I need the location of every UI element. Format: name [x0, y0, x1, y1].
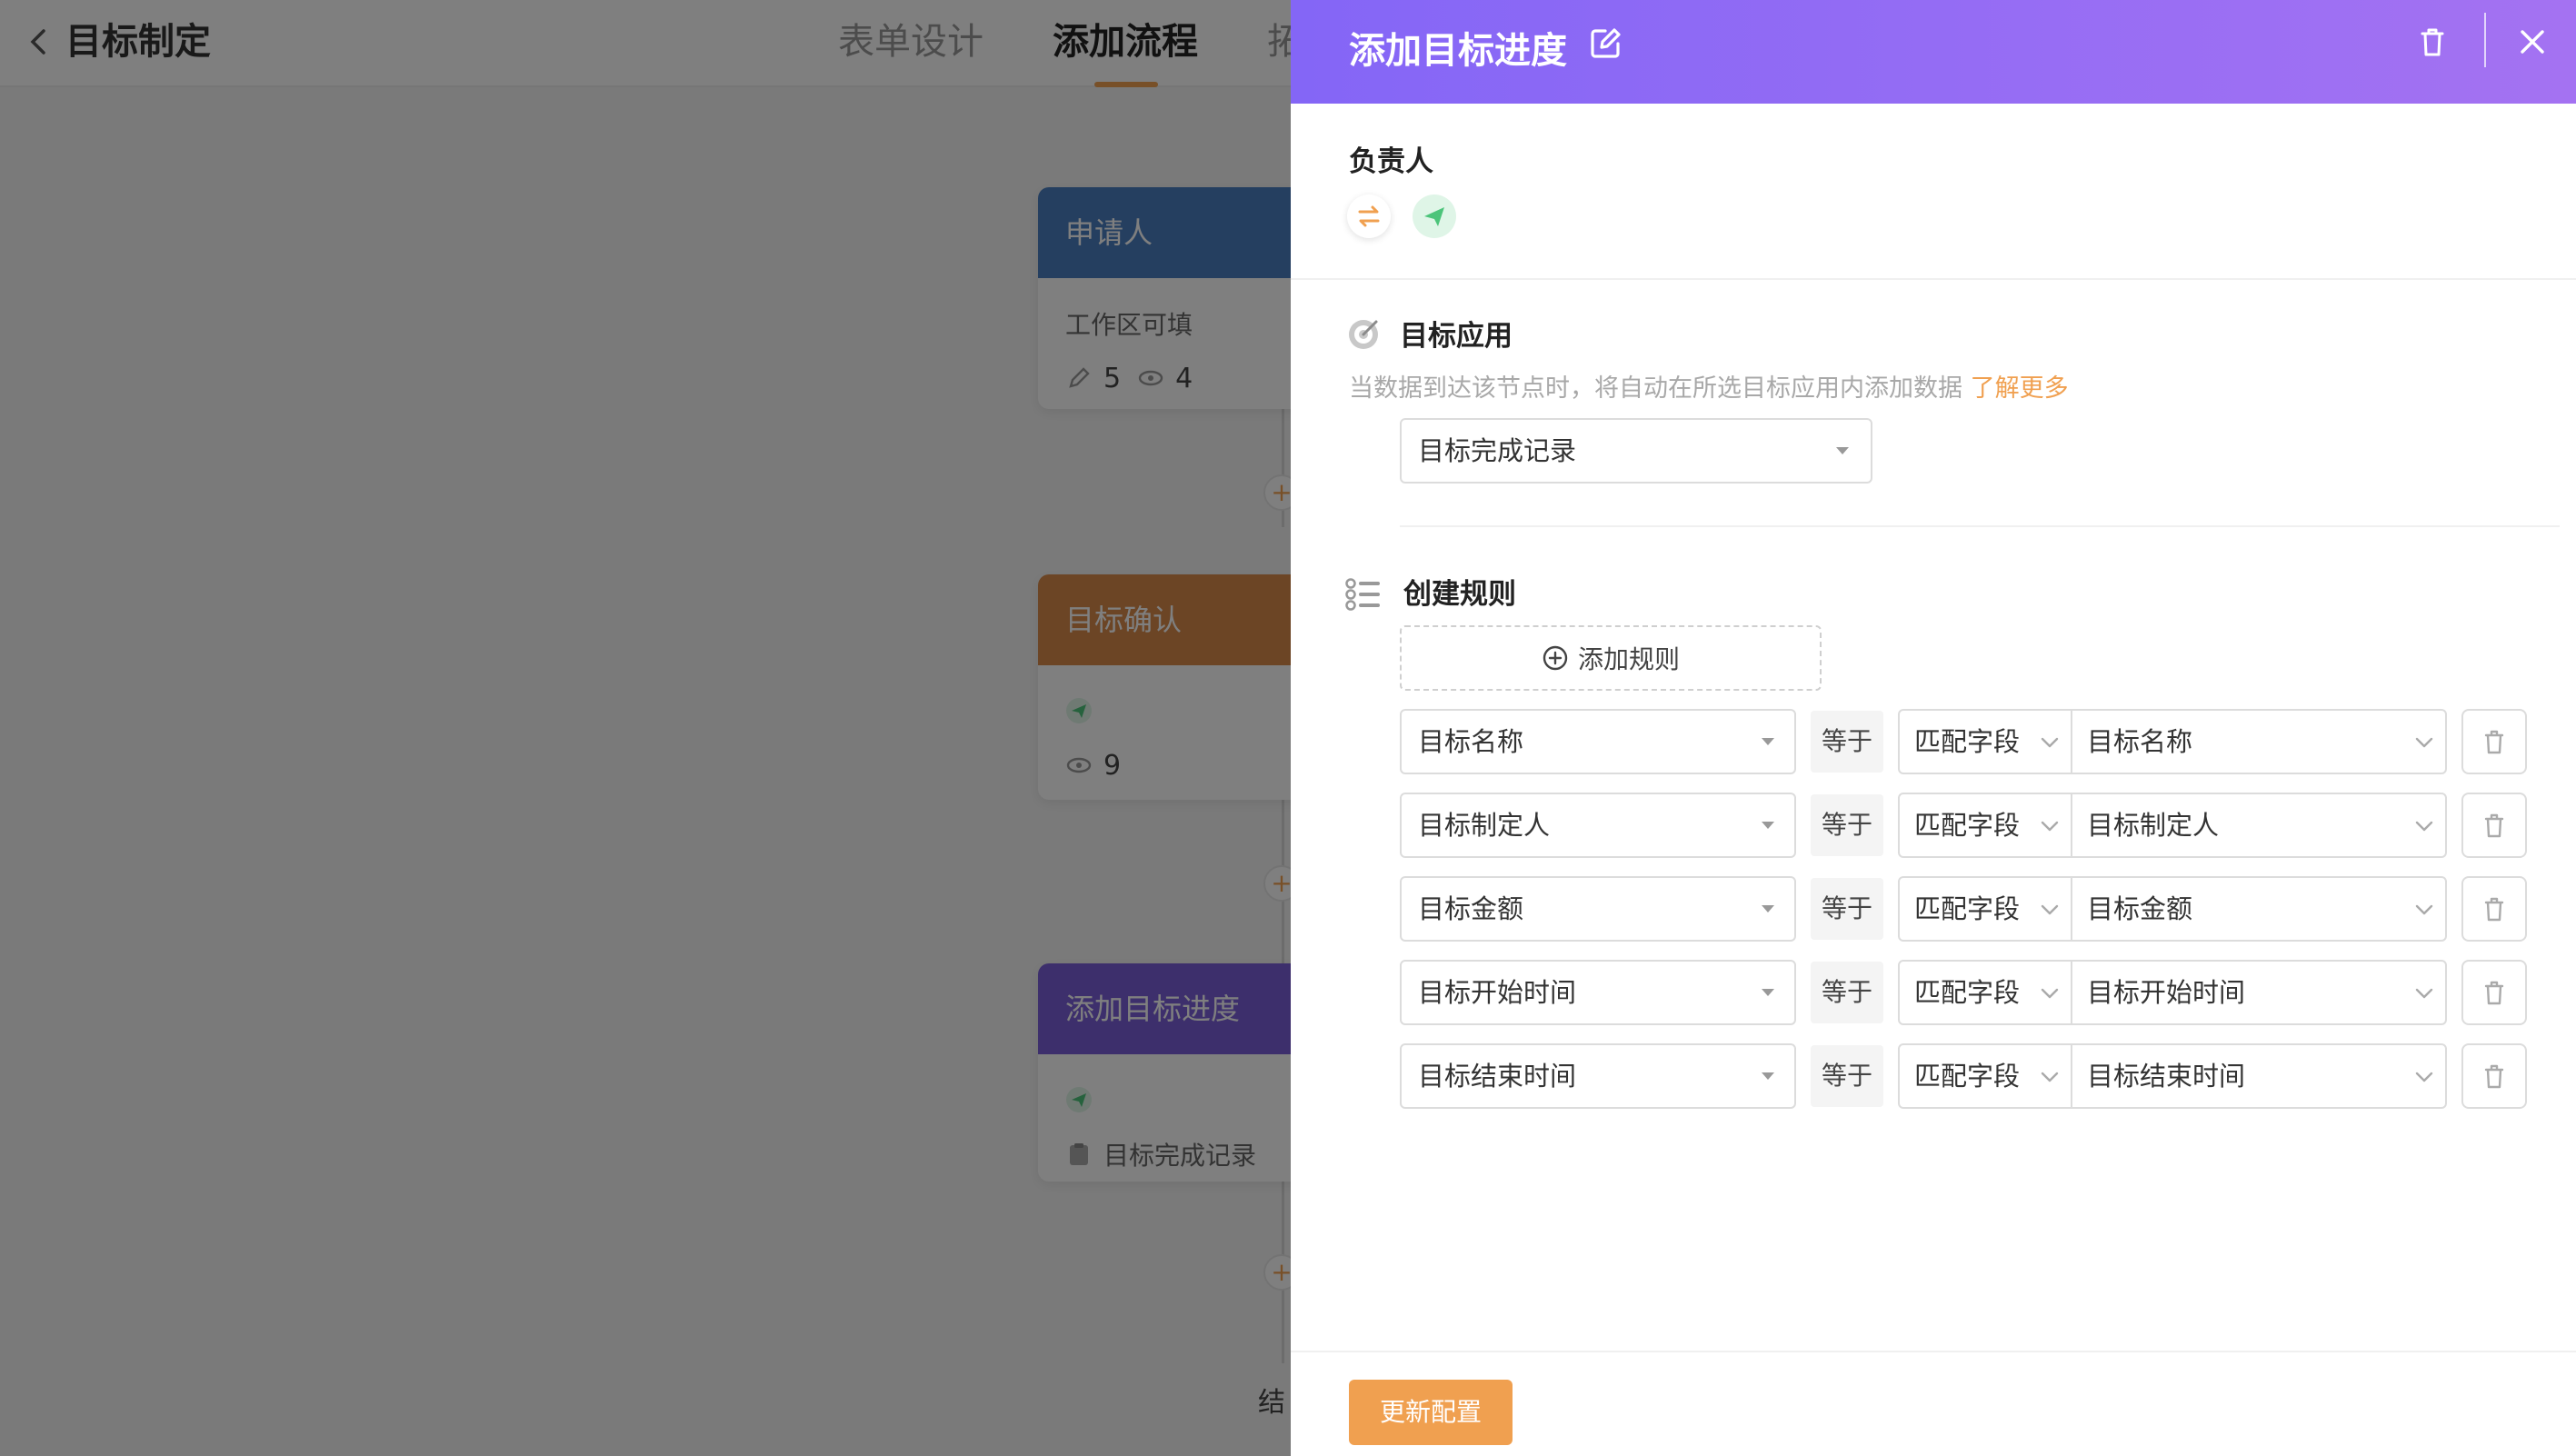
footer-divider	[1291, 1351, 2576, 1352]
rule-mode-select[interactable]: 匹配字段	[1898, 793, 2072, 858]
target-app-label: 目标应用	[1400, 320, 1513, 353]
rule-operator[interactable]: 等于	[1811, 711, 1883, 773]
chevron-down-icon	[2412, 982, 2436, 1005]
rule-value-text: 目标名称	[2087, 726, 2193, 757]
rule-mode-select[interactable]: 匹配字段	[1898, 876, 2072, 942]
rule-value-text: 目标结束时间	[2087, 1061, 2246, 1092]
rule-operator[interactable]: 等于	[1811, 794, 1883, 856]
send-owner-button[interactable]	[1413, 194, 1456, 238]
rule-field-select[interactable]: 目标结束时间	[1400, 1043, 1796, 1109]
delete-rule-button[interactable]	[2461, 960, 2527, 1025]
rule-value-select[interactable]: 目标金额	[2071, 876, 2447, 942]
chevron-down-icon	[2412, 814, 2436, 838]
swap-icon	[1358, 205, 1380, 227]
delete-rule-button[interactable]	[2461, 793, 2527, 858]
rule-value-text: 目标开始时间	[2087, 977, 2246, 1008]
caret-down-icon	[1836, 447, 1849, 454]
rule-field-select[interactable]: 目标制定人	[1400, 793, 1796, 858]
trash-icon	[2479, 893, 2510, 924]
rule-mode-select[interactable]: 匹配字段	[1898, 1043, 2072, 1109]
caret-down-icon	[1762, 738, 1774, 745]
rule-operator[interactable]: 等于	[1811, 1045, 1883, 1107]
edit-title-icon[interactable]	[1587, 25, 1623, 62]
rule-mode-value: 匹配字段	[1914, 893, 2021, 924]
caret-down-icon	[1762, 989, 1774, 996]
trash-icon	[2479, 726, 2510, 757]
close-icon[interactable]	[2514, 24, 2551, 60]
rule-mode-value: 匹配字段	[1914, 1061, 2021, 1092]
target-app-value: 目标完成记录	[1418, 435, 1577, 466]
chevron-down-icon	[2038, 814, 2062, 838]
plus-circle-icon	[1543, 645, 1568, 671]
section-divider	[1400, 525, 2560, 527]
caret-down-icon	[1762, 822, 1774, 829]
delete-rule-button[interactable]	[2461, 876, 2527, 942]
drawer-title: 添加目标进度	[1349, 30, 1567, 72]
section-divider	[1291, 278, 2576, 280]
send-icon	[1424, 207, 1444, 226]
rule-field-value: 目标名称	[1418, 726, 1524, 757]
caret-down-icon	[1762, 1072, 1774, 1080]
rule-field-select[interactable]: 目标名称	[1400, 709, 1796, 774]
learn-more-link[interactable]: 了解更多	[1971, 374, 2069, 403]
rule-field-select[interactable]: 目标开始时间	[1400, 960, 1796, 1025]
update-config-button[interactable]: 更新配置	[1349, 1380, 1513, 1445]
switch-owner-button[interactable]	[1347, 194, 1391, 238]
config-drawer: 添加目标进度 负责人 目标应用 当数据到达该节点时，将自动在所选目标应用内添加数…	[1291, 0, 2576, 1456]
delete-node-icon[interactable]	[2414, 24, 2451, 60]
rule-operator[interactable]: 等于	[1811, 962, 1883, 1023]
target-app-select[interactable]: 目标完成记录	[1400, 418, 1872, 484]
rule-value-select[interactable]: 目标结束时间	[2071, 1043, 2447, 1109]
chevron-down-icon	[2412, 898, 2436, 922]
rule-mode-value: 匹配字段	[1914, 810, 2021, 841]
add-rule-label: 添加规则	[1577, 644, 1680, 674]
chevron-down-icon	[2038, 731, 2062, 754]
chevron-down-icon	[2038, 1065, 2062, 1089]
chevron-down-icon	[2412, 1065, 2436, 1089]
trash-icon	[2479, 810, 2510, 841]
rule-mode-value: 匹配字段	[1914, 977, 2021, 1008]
rule-value-select[interactable]: 目标名称	[2071, 709, 2447, 774]
drawer-header: 添加目标进度	[1291, 0, 2576, 104]
rule-field-value: 目标开始时间	[1418, 977, 1577, 1008]
chevron-down-icon	[2038, 982, 2062, 1005]
rule-field-value: 目标金额	[1418, 893, 1524, 924]
chevron-down-icon	[2412, 731, 2436, 754]
target-app-hint: 当数据到达该节点时，将自动在所选目标应用内添加数据 了解更多	[1349, 374, 2069, 403]
caret-down-icon	[1762, 905, 1774, 912]
rule-value-text: 目标金额	[2087, 893, 2193, 924]
rule-mode-select[interactable]: 匹配字段	[1898, 709, 2072, 774]
rule-mode-value: 匹配字段	[1914, 726, 2021, 757]
rule-field-value: 目标制定人	[1418, 810, 1551, 841]
rule-field-select[interactable]: 目标金额	[1400, 876, 1796, 942]
target-icon	[1349, 320, 1378, 349]
rule-value-text: 目标制定人	[2087, 810, 2220, 841]
rule-mode-select[interactable]: 匹配字段	[1898, 960, 2072, 1025]
rule-operator[interactable]: 等于	[1811, 878, 1883, 940]
delete-rule-button[interactable]	[2461, 709, 2527, 774]
list-icon	[1345, 578, 1380, 611]
header-separator	[2484, 13, 2486, 67]
add-rule-button[interactable]: 添加规则	[1400, 625, 1822, 691]
rule-value-select[interactable]: 目标开始时间	[2071, 960, 2447, 1025]
rule-value-select[interactable]: 目标制定人	[2071, 793, 2447, 858]
trash-icon	[2479, 977, 2510, 1008]
rule-field-value: 目标结束时间	[1418, 1061, 1577, 1092]
trash-icon	[2479, 1061, 2510, 1092]
owner-label: 负责人	[1349, 145, 1433, 178]
rules-label: 创建规则	[1403, 578, 1516, 611]
chevron-down-icon	[2038, 898, 2062, 922]
delete-rule-button[interactable]	[2461, 1043, 2527, 1109]
